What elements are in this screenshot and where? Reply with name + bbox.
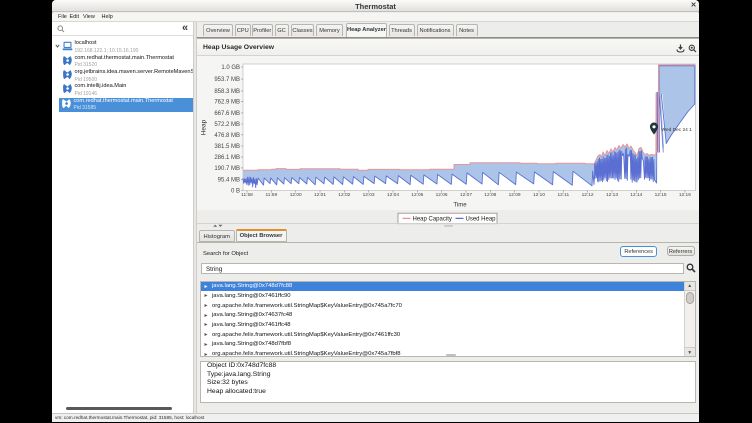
svg-text:667.6 MB: 667.6 MB (214, 111, 240, 117)
svg-text:Time: Time (453, 203, 467, 209)
svg-text:95.4 MB: 95.4 MB (218, 177, 240, 183)
svg-text:Used Heap: Used Heap (466, 217, 497, 223)
svg-text:Wed Dec 24 1: Wed Dec 24 1 (662, 127, 693, 133)
svg-text:572.2 MB: 572.2 MB (214, 122, 240, 128)
svg-text:12:14: 12:14 (630, 192, 642, 198)
svg-text:12:07: 12:07 (460, 192, 472, 198)
svg-text:12:03: 12:03 (363, 192, 375, 198)
svg-text:858.3 MB: 858.3 MB (214, 89, 240, 95)
svg-text:12:15: 12:15 (655, 192, 667, 198)
svg-text:Heap Capacity: Heap Capacity (413, 217, 452, 223)
svg-text:953.7 MB: 953.7 MB (214, 77, 240, 83)
svg-text:12:00: 12:00 (290, 192, 302, 198)
svg-text:12:10: 12:10 (533, 192, 545, 198)
svg-text:12:11: 12:11 (557, 192, 569, 198)
svg-text:11:58: 11:58 (241, 192, 253, 198)
svg-text:12:09: 12:09 (509, 192, 521, 198)
svg-text:12:04: 12:04 (387, 192, 399, 198)
svg-text:12:13: 12:13 (606, 192, 618, 198)
svg-text:381.5 MB: 381.5 MB (214, 144, 240, 150)
svg-text:12:08: 12:08 (484, 192, 496, 198)
svg-text:12:12: 12:12 (582, 192, 594, 198)
svg-text:12:01: 12:01 (314, 192, 326, 198)
svg-text:12:02: 12:02 (338, 192, 350, 198)
svg-text:11:59: 11:59 (265, 192, 277, 198)
svg-text:476.8 MB: 476.8 MB (214, 133, 240, 139)
svg-text:12:06: 12:06 (436, 192, 448, 198)
svg-text:Heap: Heap (201, 119, 208, 135)
svg-text:190.7 MB: 190.7 MB (214, 166, 240, 172)
svg-text:286.1 MB: 286.1 MB (214, 155, 240, 161)
svg-text:0 B: 0 B (231, 189, 240, 195)
svg-text:12:16: 12:16 (679, 192, 691, 198)
svg-text:762.9 MB: 762.9 MB (214, 100, 240, 106)
svg-text:1.0 GB: 1.0 GB (221, 65, 240, 71)
svg-text:12:05: 12:05 (411, 192, 423, 198)
